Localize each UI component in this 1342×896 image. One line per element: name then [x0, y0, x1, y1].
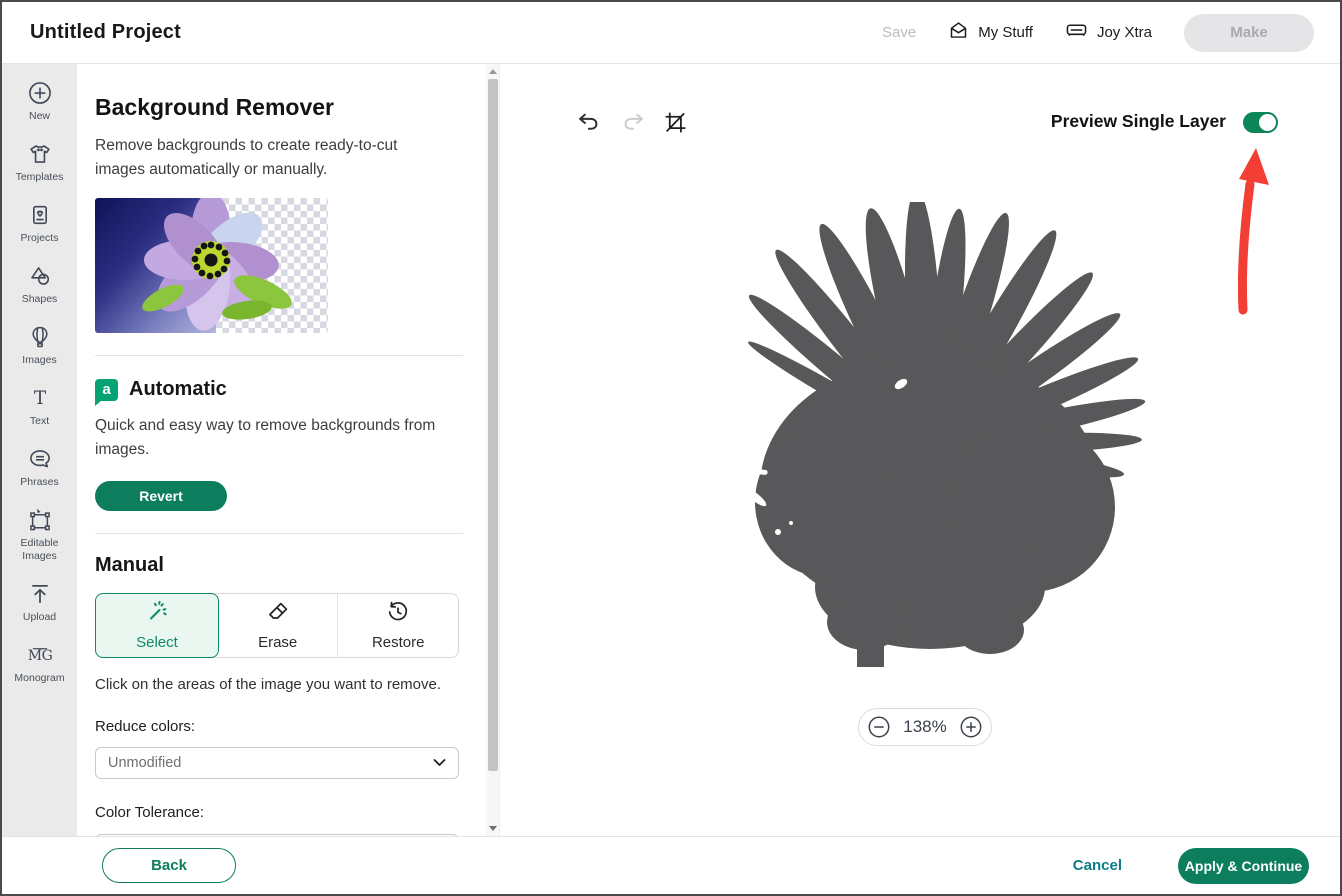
revert-button[interactable]: Revert: [95, 481, 227, 511]
panel-description: Remove backgrounds to create ready-to-cu…: [95, 134, 440, 182]
plus-circle-icon: [27, 80, 53, 106]
reduce-colors-label: Reduce colors:: [95, 718, 463, 735]
sidebar-item-phrases[interactable]: Phrases: [2, 446, 77, 489]
my-stuff-button[interactable]: My Stuff: [948, 20, 1033, 45]
make-button[interactable]: Make: [1184, 14, 1314, 52]
machine-selector[interactable]: Joy Xtra: [1065, 20, 1152, 45]
zoom-in-button[interactable]: [960, 716, 982, 738]
sidebar-item-label: Templates: [16, 171, 64, 184]
reduce-colors-select[interactable]: Unmodified: [95, 747, 459, 779]
cutting-machine-icon: [1065, 20, 1088, 45]
svg-text:T: T: [33, 388, 46, 409]
before-after-preview-image: [95, 198, 328, 333]
machine-label: Joy Xtra: [1097, 24, 1152, 41]
sidebar-item-shapes[interactable]: Shapes: [2, 263, 77, 306]
magic-wand-icon: [145, 600, 169, 628]
crop-icon[interactable]: [663, 110, 688, 140]
project-title[interactable]: Untitled Project: [30, 21, 181, 44]
sidebar-item-label: Monogram: [14, 672, 64, 685]
sidebar-item-new[interactable]: New: [2, 80, 77, 123]
triangle-circle-icon: [27, 263, 53, 289]
automatic-description: Quick and easy way to remove backgrounds…: [95, 414, 455, 462]
inbox-icon: [948, 20, 969, 45]
hot-air-balloon-icon: [27, 324, 53, 350]
section-divider: [95, 355, 463, 356]
preview-single-layer-label: Preview Single Layer: [1051, 111, 1226, 132]
card-heart-icon: [27, 202, 53, 228]
save-button[interactable]: Save: [882, 24, 916, 41]
my-stuff-label: My Stuff: [978, 24, 1033, 41]
flower-preview-graphic: [95, 198, 328, 333]
scroll-up-arrow-icon[interactable]: [486, 65, 499, 78]
sidebar-item-label: Images: [22, 354, 56, 367]
sidebar-item-label: Upload: [23, 611, 56, 624]
toggle-knob: [1259, 114, 1276, 131]
preview-single-layer-toggle[interactable]: [1243, 112, 1278, 133]
zoom-level-value: 138%: [903, 717, 946, 737]
tab-select[interactable]: Select: [95, 593, 219, 658]
sidebar-item-label: New: [29, 110, 50, 123]
tab-erase[interactable]: Erase: [218, 594, 339, 657]
zoom-out-button[interactable]: [868, 716, 890, 738]
history-restore-icon: [386, 600, 410, 628]
monogram-mg-icon: MG: [26, 642, 54, 668]
sidebar-item-label: Editable Images: [9, 537, 71, 563]
transform-box-icon: [27, 507, 53, 533]
left-nav-rail: New Templates Projects Shapes Images T T…: [2, 64, 77, 836]
flower-silhouette-image[interactable]: [660, 202, 1170, 682]
tab-select-label: Select: [136, 634, 178, 651]
letter-t-icon: T: [27, 385, 53, 411]
sidebar-item-templates[interactable]: Templates: [2, 141, 77, 184]
sidebar-item-projects[interactable]: Projects: [2, 202, 77, 245]
tshirt-icon: [27, 141, 53, 167]
sidebar-item-monogram[interactable]: MG Monogram: [2, 642, 77, 685]
apply-continue-button[interactable]: Apply & Continue: [1178, 848, 1309, 884]
eraser-icon: [266, 600, 290, 628]
panel-scrollbar[interactable]: [486, 64, 499, 836]
sidebar-item-images[interactable]: Images: [2, 324, 77, 367]
svg-text:MG: MG: [27, 648, 52, 664]
sidebar-item-upload[interactable]: Upload: [2, 581, 77, 624]
bottom-action-bar: Back Cancel Apply & Continue: [2, 836, 1340, 894]
cancel-button[interactable]: Cancel: [1073, 857, 1122, 874]
app-window: Untitled Project Save My Stuff Joy Xtra …: [0, 0, 1342, 896]
automatic-title: Automatic: [129, 378, 227, 401]
top-bar: Untitled Project Save My Stuff Joy Xtra …: [2, 2, 1340, 64]
upload-arrow-icon: [27, 581, 53, 607]
automatic-badge-icon: a: [95, 379, 118, 401]
redo-icon: [621, 110, 646, 140]
background-remover-panel: Background Remover Remove backgrounds to…: [77, 64, 486, 836]
manual-hint-text: Click on the areas of the image you want…: [95, 676, 463, 693]
sidebar-item-label: Projects: [21, 232, 59, 245]
speech-bubble-icon: [27, 446, 53, 472]
canvas-area: Preview Single Layer: [499, 64, 1340, 836]
sidebar-item-label: Shapes: [22, 293, 58, 306]
chevron-down-icon: [433, 755, 446, 771]
color-tolerance-label: Color Tolerance:: [95, 804, 463, 821]
automatic-section-header: a Automatic: [95, 378, 463, 401]
sidebar-item-label: Text: [30, 415, 49, 428]
back-button[interactable]: Back: [102, 848, 236, 883]
sidebar-item-editable-images[interactable]: Editable Images: [2, 507, 77, 563]
undo-icon[interactable]: [576, 110, 601, 140]
tab-erase-label: Erase: [258, 634, 297, 651]
manual-mode-tabs: Select Erase Restore: [95, 593, 459, 658]
reduce-colors-value: Unmodified: [108, 755, 181, 771]
zoom-control: 138%: [858, 708, 992, 746]
manual-title: Manual: [95, 554, 463, 577]
section-divider: [95, 533, 463, 534]
panel-title: Background Remover: [95, 94, 463, 121]
tab-restore-label: Restore: [372, 634, 425, 651]
sidebar-item-text[interactable]: T Text: [2, 385, 77, 428]
top-bar-actions: Save My Stuff Joy Xtra Make: [882, 14, 1314, 52]
scroll-down-arrow-icon[interactable]: [486, 822, 499, 835]
sidebar-item-label: Phrases: [20, 476, 59, 489]
scrollbar-thumb[interactable]: [488, 79, 498, 771]
tab-restore[interactable]: Restore: [338, 594, 458, 657]
